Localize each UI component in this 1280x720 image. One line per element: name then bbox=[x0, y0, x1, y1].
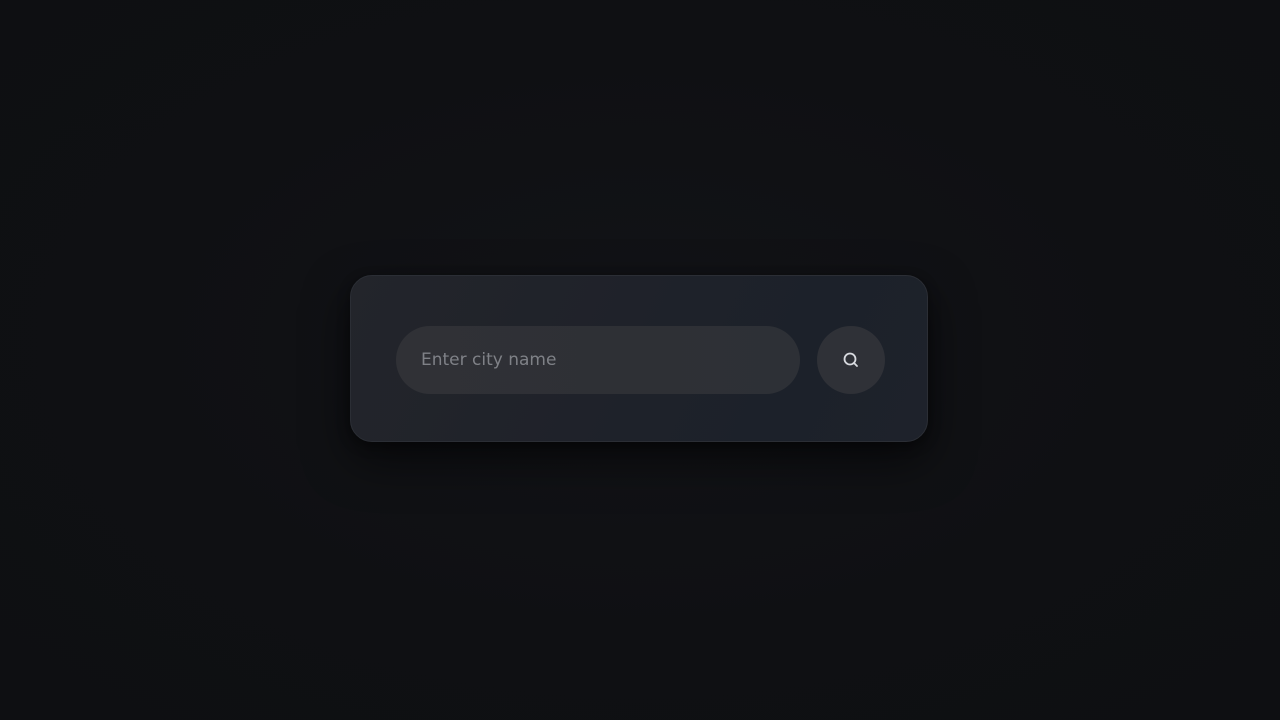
search-icon bbox=[842, 351, 860, 369]
search-field[interactable] bbox=[396, 326, 800, 394]
search-button[interactable] bbox=[817, 326, 885, 394]
search-card bbox=[350, 275, 928, 442]
city-search-input[interactable] bbox=[421, 326, 800, 394]
page-background bbox=[0, 0, 1280, 720]
